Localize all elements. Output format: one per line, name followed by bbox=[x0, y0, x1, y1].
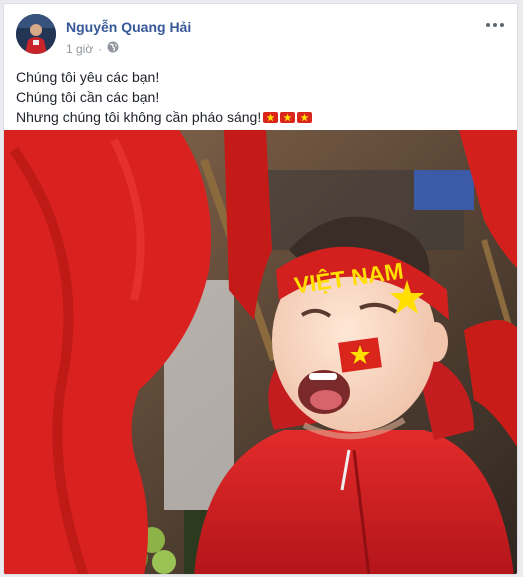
more-options-button[interactable] bbox=[483, 16, 507, 34]
post-text-line: Chúng tôi yêu các bạn! bbox=[16, 69, 160, 85]
separator-dot: · bbox=[98, 41, 103, 56]
timestamp[interactable]: 1 giờ bbox=[66, 42, 93, 56]
avatar[interactable] bbox=[16, 14, 56, 54]
more-dot-icon bbox=[500, 23, 504, 27]
post-text-line-3: Nhưng chúng tôi không cần pháo sáng! bbox=[16, 107, 505, 127]
vietnam-flag-emoji-icon bbox=[297, 112, 313, 123]
globe-icon[interactable] bbox=[107, 41, 119, 56]
vietnam-flag-emoji-icon bbox=[280, 112, 296, 123]
vietnam-flag-emoji-icon bbox=[263, 112, 279, 123]
post-text-line: Nhưng chúng tôi không cần pháo sáng! bbox=[16, 109, 262, 125]
post-photo[interactable]: VIỆT NAM bbox=[4, 130, 517, 574]
post-card: Nguyễn Quang Hải 1 giờ · Chúng tôi yêu c… bbox=[3, 3, 518, 575]
post-text-line: Chúng tôi cần các bạn! bbox=[16, 89, 160, 105]
post-text: Chúng tôi yêu các bạn! Chúng tôi cần các… bbox=[16, 67, 505, 127]
author-name[interactable]: Nguyễn Quang Hải bbox=[66, 19, 191, 35]
post-header: Nguyễn Quang Hải 1 giờ · bbox=[16, 14, 507, 58]
post-meta: 1 giờ · bbox=[66, 41, 119, 56]
more-dot-icon bbox=[486, 23, 490, 27]
more-dot-icon bbox=[493, 23, 497, 27]
